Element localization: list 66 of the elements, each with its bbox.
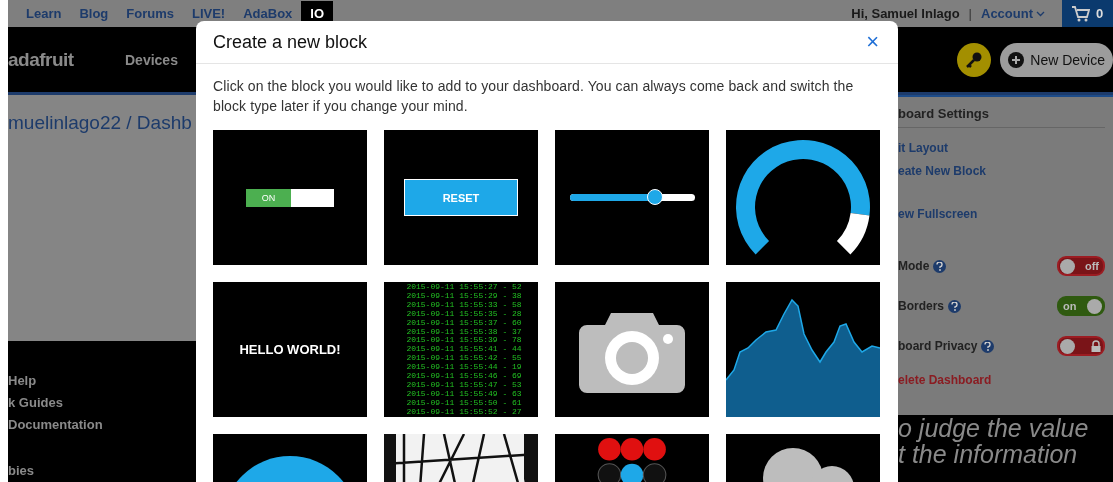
cart-button[interactable]: 0 <box>1062 0 1113 27</box>
top-nav-link[interactable]: Forums <box>117 1 183 26</box>
cart-icon <box>1071 5 1090 22</box>
log-line: 2015-09-11 15:55:50 - 61 <box>406 398 522 408</box>
footer-link[interactable]: bies <box>8 460 34 482</box>
setting-label: Borders <box>898 299 944 313</box>
footer-link[interactable]: k Guides <box>8 392 63 414</box>
log-line: 2015-09-11 15:55:39 - 78 <box>406 336 522 346</box>
account-menu[interactable]: Account <box>981 6 1045 21</box>
log-line: 2015-09-11 15:55:49 - 63 <box>406 389 522 399</box>
log-line: 2015-09-11 15:55:37 - 60 <box>406 318 522 328</box>
top-nav-link[interactable]: Learn <box>17 1 71 26</box>
toggle-block[interactable]: ON <box>213 130 367 265</box>
separator: | <box>968 6 972 21</box>
log-line: 2015-09-11 15:55:42 - 55 <box>406 354 522 364</box>
toggle-switch: ON <box>246 188 334 207</box>
slider-thumb <box>646 189 663 205</box>
footer-link[interactable]: Documentation <box>8 414 103 436</box>
footer-link[interactable]: Help <box>8 370 37 392</box>
help-icon[interactable] <box>933 259 947 273</box>
log-line: 2015-09-11 15:55:33 - 58 <box>406 300 522 310</box>
chevron-down-icon <box>1036 10 1045 17</box>
setting-label: Mode <box>898 259 930 273</box>
stream-block[interactable] <box>384 282 538 417</box>
dialog-description: Click on the block you would like to add to your dashboard. You can always come back and switch the block type later if you change your mind. <box>213 77 855 116</box>
toggle-switch[interactable]: off <box>1057 256 1105 276</box>
lock-icon <box>1090 340 1102 352</box>
logo[interactable]: adafruit <box>8 48 125 71</box>
log-line: 2015-09-11 15:55:27 - 52 <box>406 283 522 292</box>
text-block[interactable]: HELLO WORLD! <box>213 282 367 417</box>
settings-link[interactable]: it Layout <box>898 141 948 155</box>
log-line: 2015-09-11 15:55:44 - 19 <box>406 363 522 373</box>
banner-text: o judge the value <box>898 413 1089 443</box>
button-block[interactable]: RESET <box>384 130 538 265</box>
settings-title: board Settings <box>898 106 1105 128</box>
gauge-block[interactable] <box>726 130 880 265</box>
help-icon[interactable] <box>948 299 961 313</box>
log-line: 2015-09-11 15:55:29 - 38 <box>406 291 522 301</box>
log-line: 2015-09-11 15:55:35 - 28 <box>406 309 522 319</box>
delete-dashboard-link[interactable]: elete Dashboard <box>898 373 992 387</box>
settings-link[interactable]: ew Fullscreen <box>898 207 978 221</box>
close-button[interactable]: × <box>864 32 881 52</box>
toggle-switch[interactable]: on <box>1057 296 1105 316</box>
setting-label: board Privacy <box>898 339 978 353</box>
log-line: 2015-09-11 15:55:47 - 53 <box>406 380 522 390</box>
breadcrumb[interactable]: muelinlago22 / Dashb <box>8 112 192 134</box>
log-line: 2015-09-11 15:55:52 - 27 <box>406 407 522 417</box>
plus-icon <box>1008 51 1025 68</box>
header-nav-link[interactable]: Devices <box>125 51 178 68</box>
new-device-button[interactable]: New Device <box>1000 42 1113 77</box>
dialog-title: Create a new block <box>213 31 368 53</box>
reset-button: RESET <box>404 179 518 216</box>
toggle-switch[interactable] <box>1057 336 1105 356</box>
greeting: Hi, Samuel Inlago <box>851 6 960 21</box>
chart-block[interactable] <box>726 282 880 417</box>
key-button[interactable] <box>957 42 992 77</box>
image-block[interactable] <box>555 282 709 417</box>
slider-block[interactable] <box>555 130 709 265</box>
key-icon <box>965 50 984 69</box>
log-line: 2015-09-11 15:55:38 - 37 <box>406 327 522 337</box>
block-text: HELLO WORLD! <box>239 342 341 357</box>
help-icon[interactable] <box>981 339 995 353</box>
log-line: 2015-09-11 15:55:41 - 44 <box>406 345 522 355</box>
top-nav-link[interactable]: Blog <box>70 1 118 26</box>
settings-link[interactable]: eate New Block <box>898 164 987 178</box>
log-line: 2015-09-11 15:55:46 - 69 <box>406 372 522 381</box>
